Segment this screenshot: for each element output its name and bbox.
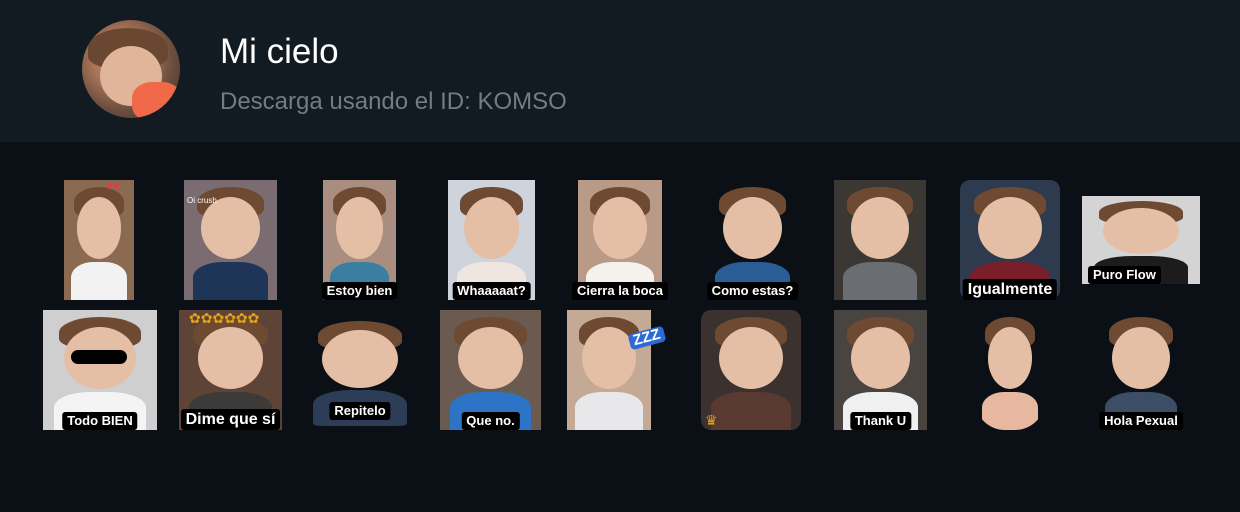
sticker-caption: Que no. bbox=[461, 412, 520, 430]
sticker-2[interactable]: Oi crush bbox=[184, 180, 277, 300]
sticker-18[interactable]: Hola Pexual bbox=[1096, 310, 1186, 430]
sticker-7[interactable] bbox=[834, 180, 926, 300]
sticker-caption: Whaaaaat? bbox=[452, 282, 531, 300]
sticker-caption: Thank U bbox=[849, 412, 912, 430]
sticker-5[interactable]: Cierra la boca bbox=[572, 180, 668, 300]
sticker-12[interactable]: Repitelo bbox=[301, 314, 419, 426]
sticker-caption: Estoy bien bbox=[321, 282, 398, 300]
pack-download-id: Descarga usando el ID: KOMSO bbox=[220, 88, 567, 115]
sticker-10[interactable]: Todo BIEN bbox=[43, 310, 157, 430]
sticker-13[interactable]: Que no. bbox=[440, 310, 541, 430]
sticker-caption: Hola Pexual bbox=[1099, 412, 1183, 430]
flower-crown-icon: ✿✿✿✿✿✿ bbox=[189, 310, 260, 326]
sticker-9[interactable]: Puro Flow bbox=[1082, 196, 1200, 284]
sticker-17[interactable] bbox=[975, 310, 1045, 430]
hearts-icon: ♥♥ bbox=[106, 179, 121, 193]
sticker-16[interactable]: Thank U bbox=[834, 310, 927, 430]
sticker-caption: Puro Flow bbox=[1088, 266, 1161, 284]
sticker-caption: Repitelo bbox=[329, 402, 391, 420]
sticker-caption: Como estas? bbox=[706, 282, 799, 300]
sticker-grid: ♥♥ Oi crush Estoy bien Whaaaaat? Cierra … bbox=[0, 142, 1240, 512]
sticker-3[interactable]: Estoy bien bbox=[321, 180, 398, 300]
sticker-8[interactable]: Igualmente bbox=[960, 180, 1060, 300]
sticker-caption: Dime que sí bbox=[180, 409, 281, 430]
sticker-6[interactable]: Como estas? bbox=[706, 180, 799, 300]
sunglasses-icon bbox=[71, 350, 127, 364]
lion-emoji-icon: ♛ bbox=[705, 412, 718, 428]
sticker-1[interactable]: ♥♥ bbox=[64, 180, 134, 300]
pack-header: Mi cielo Descarga usando el ID: KOMSO bbox=[0, 0, 1240, 142]
pack-avatar bbox=[82, 20, 180, 118]
sticker-caption: Cierra la boca bbox=[572, 282, 668, 300]
sticker-caption: Todo BIEN bbox=[62, 412, 138, 430]
sticker-4[interactable]: Whaaaaat? bbox=[448, 180, 535, 300]
sticker-15[interactable]: ♛ bbox=[701, 310, 801, 430]
sticker-11[interactable]: ✿✿✿✿✿✿ Dime que sí bbox=[179, 310, 282, 430]
sticker-14[interactable]: ZZZ bbox=[567, 310, 666, 430]
avatar-shirt bbox=[132, 82, 180, 118]
sticker-tag: Oi crush bbox=[187, 196, 217, 205]
sticker-caption: Igualmente bbox=[962, 279, 1058, 300]
pack-title: Mi cielo bbox=[220, 32, 339, 71]
